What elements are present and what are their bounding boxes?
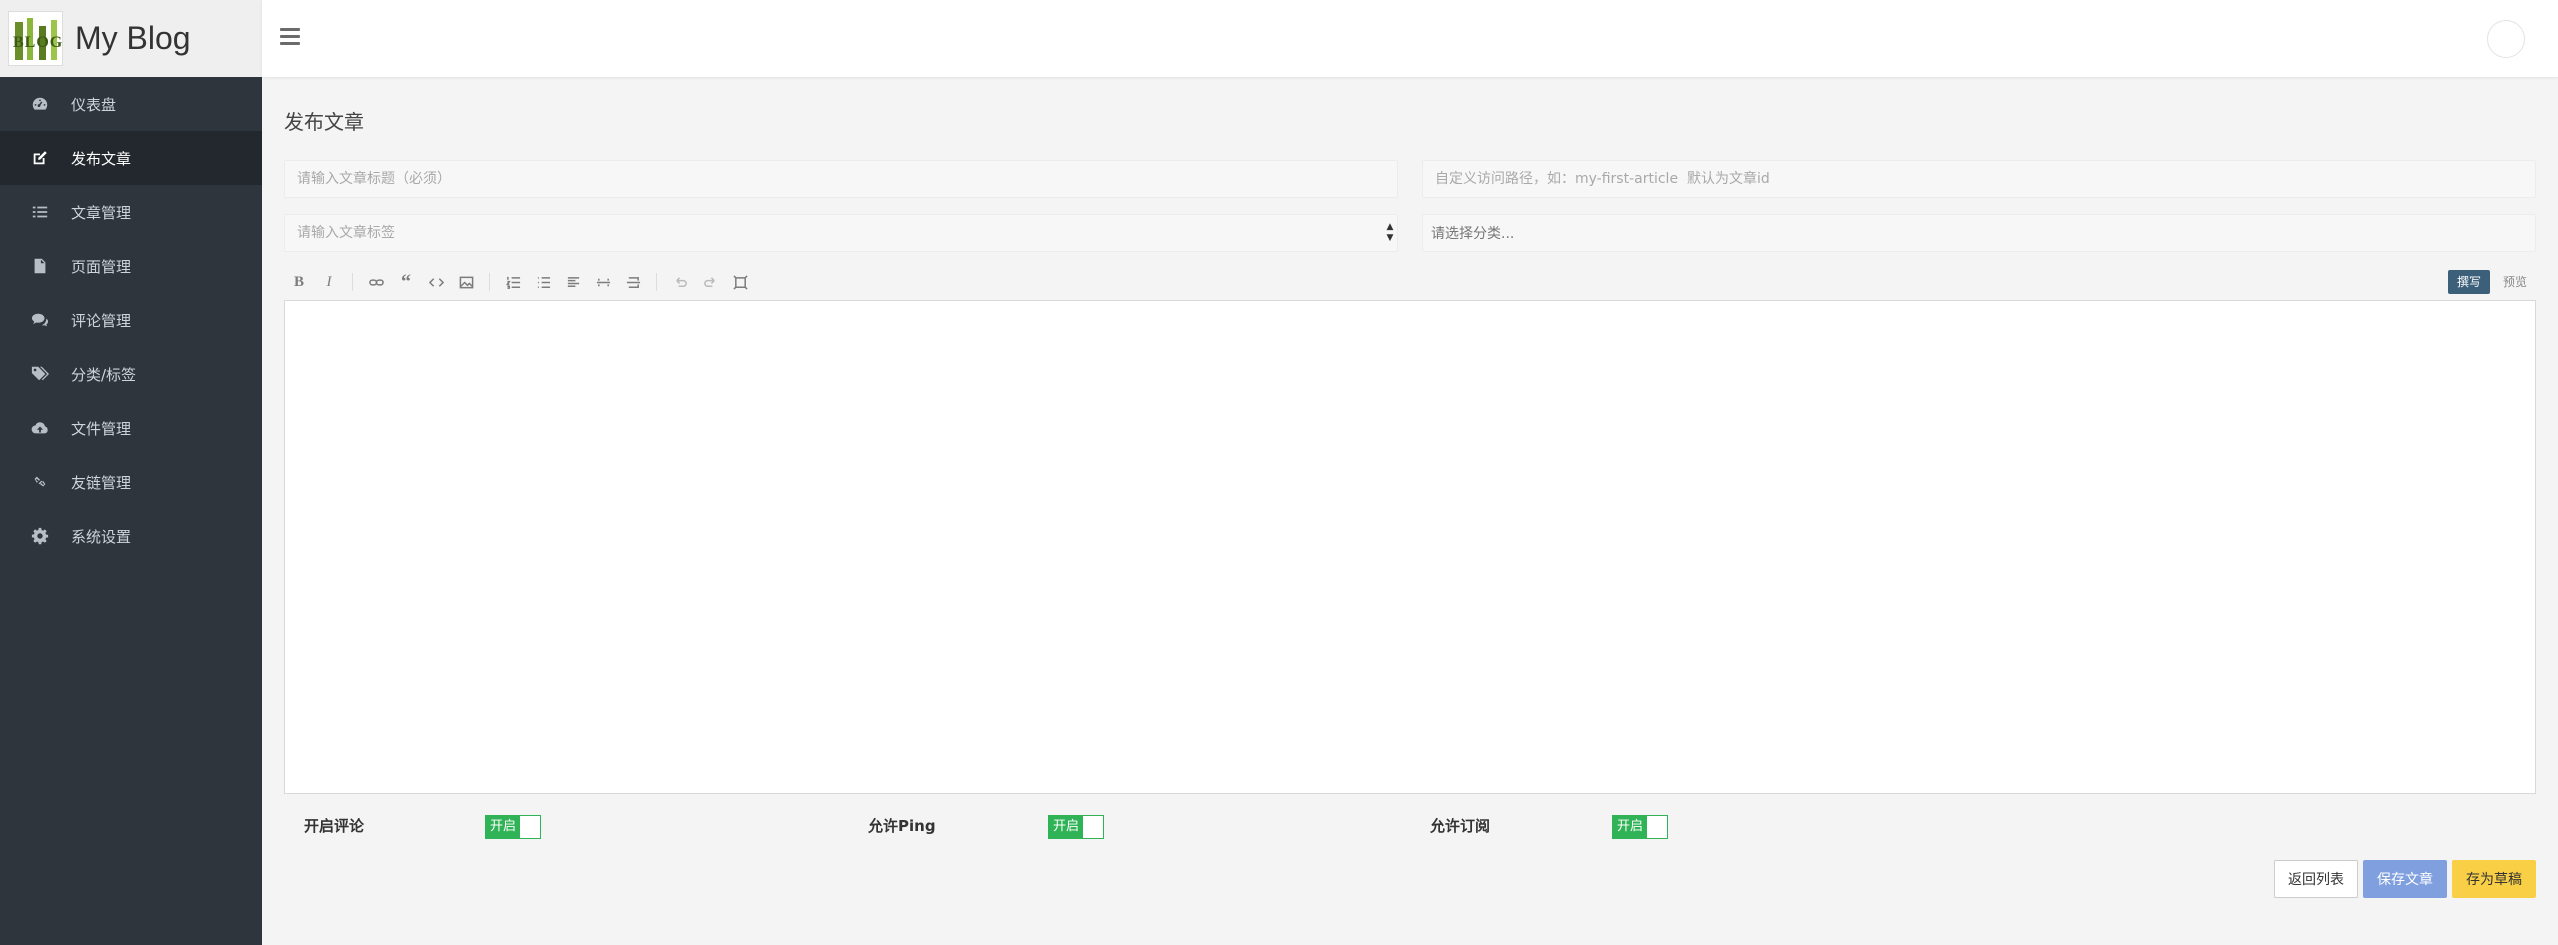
- topbar: [262, 0, 2558, 77]
- allow-ping-toggle[interactable]: 开启: [1048, 815, 1104, 839]
- link-icon: [30, 472, 50, 492]
- blog-logo: BLOG: [8, 11, 63, 66]
- bold-icon[interactable]: B: [284, 270, 314, 294]
- toggle-on-text: 开启: [1613, 816, 1647, 838]
- sidebar-item-label: 文件管理: [71, 419, 132, 438]
- code-icon[interactable]: [421, 270, 451, 294]
- list-icon: [30, 202, 50, 222]
- tags-icon: [30, 364, 50, 384]
- save-draft-button[interactable]: 存为草稿: [2452, 860, 2536, 898]
- sidebar-item-comments[interactable]: 评论管理: [0, 293, 262, 347]
- allow-ping-label: 允许Ping: [868, 816, 936, 835]
- sidebar-item-label: 系统设置: [71, 527, 132, 546]
- editor-mode-switch: 撰写 预览: [2447, 270, 2536, 294]
- editor-toolbar: B I “ 撰写 预览: [284, 268, 2536, 296]
- image-icon[interactable]: [451, 270, 481, 294]
- sidebar-item-label: 页面管理: [71, 257, 132, 276]
- tags-input[interactable]: [284, 214, 1398, 252]
- sidebar-item-pages[interactable]: 页面管理: [0, 239, 262, 293]
- comments-icon: [30, 310, 50, 330]
- form-row-title: [284, 160, 2536, 198]
- sidebar-item-posts[interactable]: 文章管理: [0, 185, 262, 239]
- tags-field: ▲ ▼: [284, 214, 1398, 252]
- option-comment: 开启评论: [304, 810, 364, 840]
- link-icon[interactable]: [361, 270, 391, 294]
- sidebar-item-label: 友链管理: [71, 473, 132, 492]
- quote-icon[interactable]: “: [391, 270, 421, 294]
- sidebar-item-settings[interactable]: 系统设置: [0, 509, 262, 563]
- ordered-list-icon[interactable]: [498, 270, 528, 294]
- toolbar-divider: [489, 273, 490, 291]
- sidebar: BLOG My Blog 仪表盘 发布文章 文章管理 页面管理 评论管理 分类/…: [0, 0, 262, 945]
- markdown-editor[interactable]: [284, 300, 2536, 794]
- sidebar-item-label: 分类/标签: [71, 365, 137, 384]
- gear-icon: [30, 526, 50, 546]
- form-row-tags: ▲ ▼ 请选择分类...: [284, 214, 2536, 252]
- option-subscribe: 允许订阅: [1430, 810, 1490, 840]
- slug-input[interactable]: [1422, 160, 2536, 198]
- unordered-list-icon[interactable]: [528, 270, 558, 294]
- category-select[interactable]: 请选择分类...: [1422, 214, 2536, 252]
- toolbar-divider: [656, 273, 657, 291]
- sidebar-item-label: 仪表盘: [71, 95, 117, 114]
- dashboard-icon: [30, 94, 50, 114]
- post-options: 开启评论 开启 允许Ping 开启 允许订阅 开启: [284, 810, 2536, 840]
- sidebar-item-files[interactable]: 文件管理: [0, 401, 262, 455]
- sidebar-item-label: 文章管理: [71, 203, 132, 222]
- preview-mode-button[interactable]: 预览: [2494, 270, 2536, 294]
- main-content: 发布文章 ▲ ▼ 请选择分类... B I “: [284, 100, 2536, 840]
- sidebar-item-links[interactable]: 友链管理: [0, 455, 262, 509]
- sidebar-item-new-post[interactable]: 发布文章: [0, 131, 262, 185]
- menu-toggle-icon[interactable]: [280, 28, 300, 46]
- toggle-on-text: 开启: [486, 816, 520, 838]
- cloud-upload-icon: [30, 418, 50, 438]
- write-mode-button[interactable]: 撰写: [2447, 270, 2490, 294]
- edit-icon: [30, 148, 50, 168]
- tags-spinner[interactable]: ▲ ▼: [1382, 214, 1398, 252]
- brand-title: My Blog: [75, 20, 191, 56]
- fullscreen-icon[interactable]: [725, 270, 755, 294]
- back-to-list-button[interactable]: 返回列表: [2274, 860, 2358, 898]
- allow-comment-label: 开启评论: [304, 816, 365, 835]
- more-icon[interactable]: [618, 270, 648, 294]
- allow-subscribe-toggle[interactable]: 开启: [1612, 815, 1668, 839]
- sidebar-item-dashboard[interactable]: 仪表盘: [0, 77, 262, 131]
- spinner-up-icon[interactable]: ▲: [1387, 222, 1394, 233]
- sidebar-item-categories-tags[interactable]: 分类/标签: [0, 347, 262, 401]
- heading-icon[interactable]: [558, 270, 588, 294]
- user-avatar[interactable]: [2487, 20, 2525, 58]
- italic-icon[interactable]: I: [314, 270, 344, 294]
- save-post-button[interactable]: 保存文章: [2363, 860, 2447, 898]
- allow-subscribe-label: 允许订阅: [1430, 816, 1491, 835]
- option-ping: 允许Ping: [868, 810, 936, 840]
- title-input[interactable]: [284, 160, 1398, 198]
- form-actions: 返回列表 保存文章 存为草稿: [2274, 860, 2536, 898]
- redo-icon[interactable]: [695, 270, 725, 294]
- sidebar-item-label: 评论管理: [71, 311, 132, 330]
- sidebar-item-label: 发布文章: [71, 149, 132, 168]
- file-icon: [30, 256, 50, 276]
- spinner-down-icon[interactable]: ▼: [1387, 233, 1394, 244]
- allow-comment-toggle[interactable]: 开启: [485, 815, 541, 839]
- undo-icon[interactable]: [665, 270, 695, 294]
- toggle-on-text: 开启: [1049, 816, 1083, 838]
- page-title: 发布文章: [284, 110, 364, 134]
- toolbar-divider: [352, 273, 353, 291]
- category-placeholder: 请选择分类...: [1431, 226, 1515, 242]
- logo-text: BLOG: [13, 34, 63, 51]
- brand[interactable]: BLOG My Blog: [0, 0, 262, 77]
- sidebar-menu: 仪表盘 发布文章 文章管理 页面管理 评论管理 分类/标签 文件管理 友链管理 …: [0, 77, 262, 563]
- horizontal-rule-icon[interactable]: [588, 270, 618, 294]
